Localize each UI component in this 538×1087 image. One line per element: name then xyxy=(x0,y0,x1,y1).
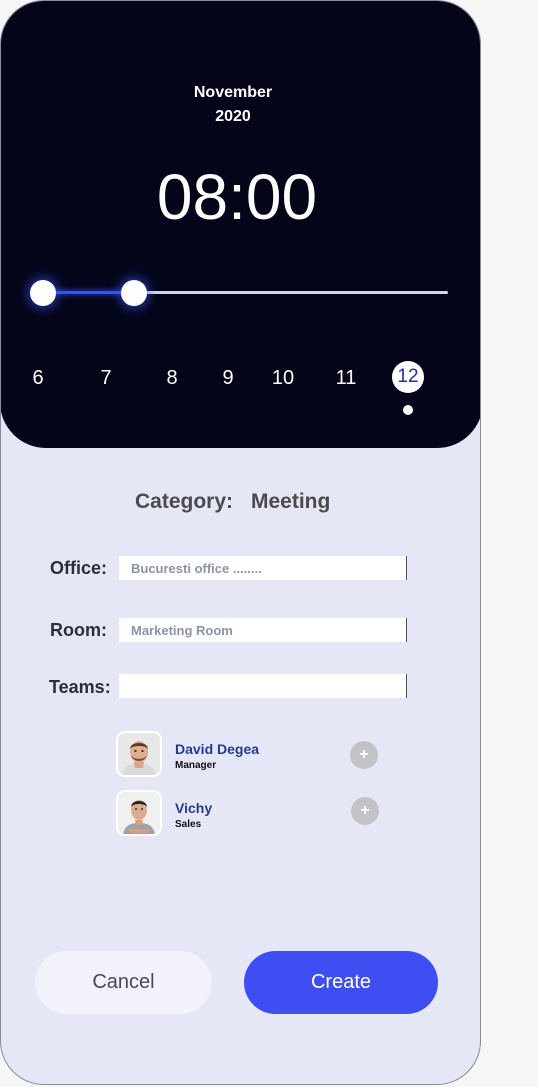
time-display: 08:00 xyxy=(156,161,318,233)
member-name: Vichy xyxy=(175,800,213,816)
member-role: Sales xyxy=(175,819,202,830)
office-field[interactable] xyxy=(119,556,407,580)
range-end-handle[interactable] xyxy=(121,280,147,306)
add-member-button[interactable]: + xyxy=(351,797,379,825)
time-picker-header: November 2020 08:00 6 7 8 9 10 11 12 xyxy=(1,1,480,448)
hour-option-10[interactable]: 10 xyxy=(263,367,303,390)
event-create-card: November 2020 08:00 6 7 8 9 10 11 12 Cat… xyxy=(0,0,481,1085)
avatar xyxy=(116,731,162,777)
hour-option-6[interactable]: 6 xyxy=(18,367,58,390)
category-label: Category: xyxy=(135,490,234,513)
hour-option-12-selected[interactable]: 12 xyxy=(392,361,424,393)
person-avatar-icon xyxy=(118,733,160,775)
month-label: November xyxy=(193,84,273,101)
member-name: David Degea xyxy=(175,741,260,757)
year-label: 2020 xyxy=(215,108,251,125)
hour-option-9[interactable]: 9 xyxy=(208,367,248,390)
room-field[interactable] xyxy=(119,618,407,642)
hour-option-11[interactable]: 11 xyxy=(326,367,366,390)
hour-option-7[interactable]: 7 xyxy=(86,367,126,390)
add-member-button[interactable]: + xyxy=(350,741,378,769)
person-avatar-icon xyxy=(118,792,160,834)
selected-hour-indicator xyxy=(403,405,413,415)
avatar xyxy=(116,790,162,836)
member-role: Manager xyxy=(175,760,217,771)
create-button[interactable]: Create xyxy=(244,951,438,1014)
cancel-button[interactable]: Cancel xyxy=(35,951,212,1014)
office-label: Office: xyxy=(50,558,108,578)
teams-field[interactable] xyxy=(119,674,407,698)
room-label: Room: xyxy=(50,620,107,640)
hour-option-8[interactable]: 8 xyxy=(152,367,192,390)
range-start-handle[interactable] xyxy=(30,280,56,306)
teams-label: Teams: xyxy=(49,677,111,697)
category-value[interactable]: Meeting xyxy=(251,490,330,514)
